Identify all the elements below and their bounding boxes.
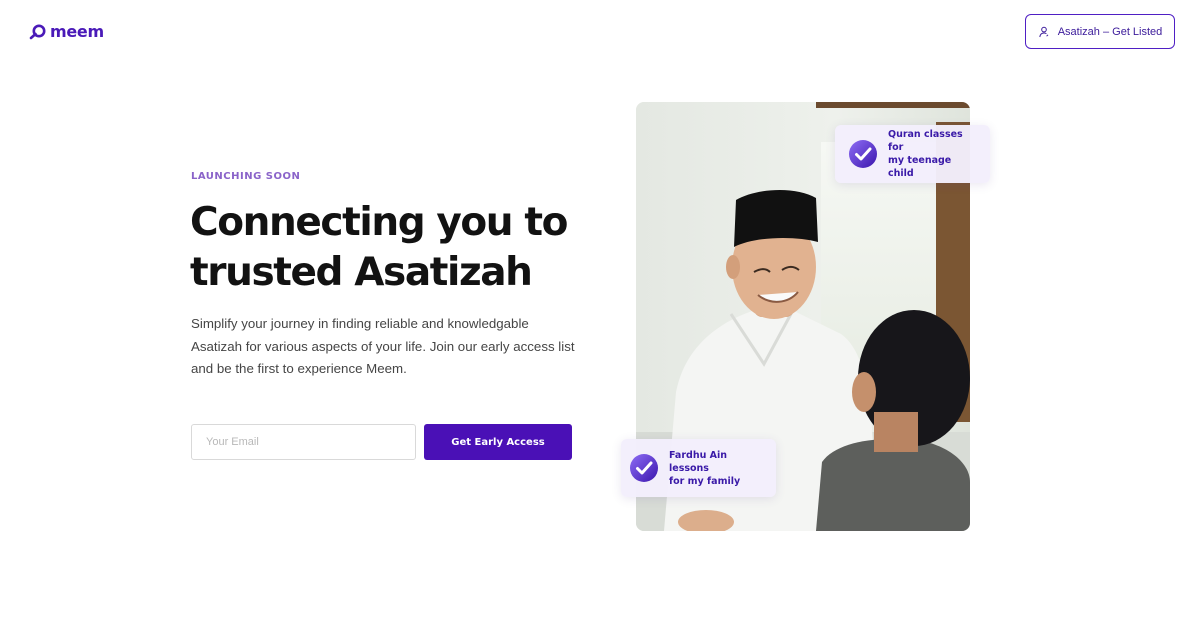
chip-fardhu-ain: Fardhu Ain lessons for my family [621, 439, 776, 497]
hero-description: Simplify your journey in finding reliabl… [191, 316, 575, 376]
check-circle-icon [849, 140, 877, 168]
launching-kicker: LAUNCHING SOON [191, 171, 301, 182]
get-listed-label: Asatizah – Get Listed [1057, 25, 1163, 38]
chip-bottom-label: Fardhu Ain lessons for my family [669, 449, 741, 487]
chip-top-label: Quran classes for my teenage child [888, 129, 963, 179]
get-early-access-button[interactable]: Get Early Access [424, 424, 572, 460]
logo-text: meem [50, 21, 104, 41]
email-input[interactable] [191, 424, 416, 460]
chip-quran-classes: Quran classes for my teenage child [835, 125, 990, 183]
get-listed-button[interactable]: Asatizah – Get Listed [1025, 14, 1175, 49]
logo-mark-icon [29, 24, 46, 40]
logo[interactable]: meem [28, 21, 104, 41]
hero-headline: Connecting you to trusted Asatizah [190, 200, 568, 295]
check-circle-icon [630, 454, 658, 482]
user-icon [1039, 26, 1049, 37]
